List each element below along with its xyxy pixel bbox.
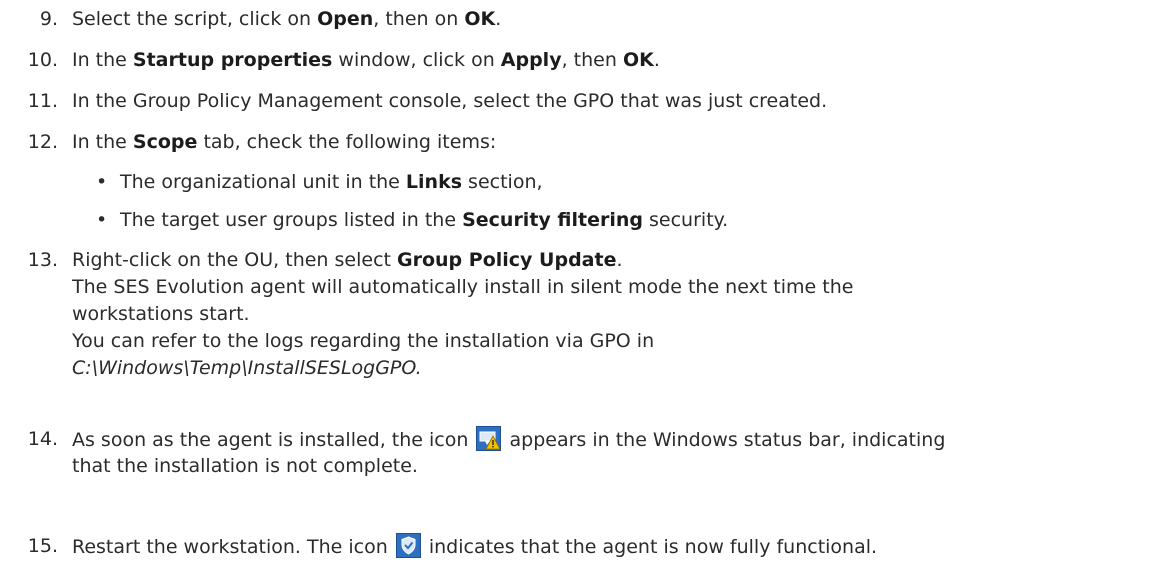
step-14-continuation: that the installation is not complete. — [72, 455, 418, 477]
step-13-note: workstations start. — [72, 303, 250, 325]
step-number: 11. — [27, 90, 58, 112]
step-number: 12. — [27, 131, 58, 153]
step-number: 13. — [27, 249, 58, 271]
step-number: 10. — [27, 49, 58, 71]
agent-warning-icon — [476, 426, 502, 451]
step-text: In the Startup properties window, click … — [72, 49, 660, 71]
step-13-note: You can refer to the logs regarding the … — [72, 330, 655, 352]
step-13-note: The SES Evolution agent will automatical… — [72, 276, 854, 298]
step-number: 9. — [39, 8, 58, 30]
step-text: In the Group Policy Management console, … — [72, 90, 828, 112]
bullet-dot: • — [96, 171, 108, 193]
document-page: 9. Select the script, click on Open, the… — [0, 0, 1162, 587]
bullet-text: The organizational unit in the Links sec… — [120, 171, 543, 193]
step-text: In the Scope tab, check the following it… — [72, 131, 497, 153]
step-text: Right-click on the OU, then select Group… — [72, 249, 623, 271]
log-path: C:\Windows\Temp\InstallSESLogGPO. — [72, 357, 422, 379]
bullet-dot: • — [96, 209, 108, 231]
step-text: Restart the workstation. The icon indica… — [72, 533, 877, 561]
step-text: Select the script, click on Open, then o… — [72, 8, 502, 30]
step-number: 15. — [27, 535, 58, 557]
bullet-text: The target user groups listed in the Sec… — [120, 209, 729, 231]
step-number: 14. — [27, 428, 58, 450]
agent-ok-icon — [395, 533, 421, 558]
step-text: As soon as the agent is installed, the i… — [72, 426, 945, 454]
